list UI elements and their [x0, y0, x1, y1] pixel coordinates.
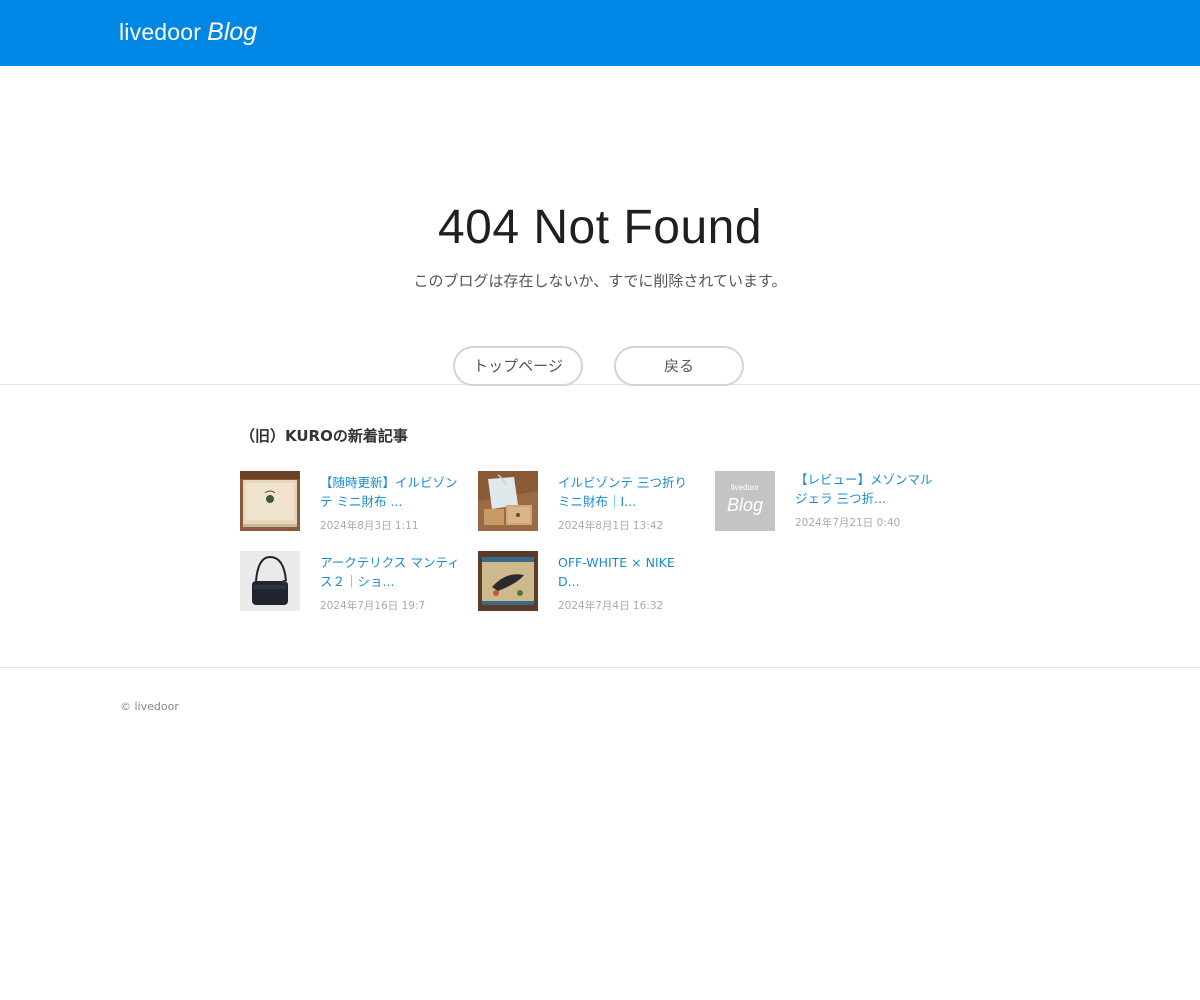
error-message: このブログは存在しないか、すでに削除されています。 [413, 272, 787, 290]
placeholder-logo-small: livedoor [730, 483, 759, 492]
back-button[interactable]: 戻る [614, 346, 744, 386]
article-title-link[interactable]: イルビゾンテ 三つ折りミニ財布｜I... [558, 473, 698, 511]
sneaker-box-photo-icon [478, 551, 538, 611]
article-date: 2024年7月4日 16:32 [558, 600, 664, 612]
logo-text: livedoor [119, 19, 202, 45]
article-card[interactable]: イルビゾンテ 三つ折りミニ財布｜I... 2024年8月1日 13:42 [478, 471, 698, 533]
error-section: 404 Not Found このブログは存在しないか、すでに削除されています。 … [0, 66, 1200, 386]
article-card[interactable]: OFF-WHITE × NIKE D... 2024年7月4日 16:32 [478, 551, 698, 613]
wallet-box-photo-icon [240, 471, 300, 531]
article-card[interactable]: アークテリクス マンティス２｜ショ... 2024年7月16日 19:7 [240, 551, 460, 613]
article-date: 2024年8月3日 1:11 [320, 520, 419, 532]
site-footer: © livedoor [0, 668, 1200, 788]
recent-articles-heading: （旧）KUROの新着記事 [240, 427, 408, 445]
article-card[interactable]: livedoor Blog 【レビュー】メゾンマルジェラ 三つ折... 2024… [715, 471, 935, 533]
article-date: 2024年7月16日 19:7 [320, 600, 426, 612]
article-thumbnail[interactable] [478, 551, 538, 611]
article-date: 2024年8月1日 13:42 [558, 520, 664, 532]
logo-suffix: Blog [207, 18, 258, 46]
placeholder-logo-large: Blog [726, 495, 764, 515]
article-thumbnail[interactable]: livedoor Blog [715, 471, 775, 531]
article-title-link[interactable]: OFF-WHITE × NIKE D... [558, 553, 698, 591]
copyright-text: © livedoor [120, 700, 179, 713]
shoulder-bag-photo-icon [240, 551, 300, 611]
article-title-link[interactable]: 【随時更新】イルビゾンテ ミニ財布 ... [320, 473, 460, 511]
article-title-link[interactable]: アークテリクス マンティス２｜ショ... [320, 553, 460, 591]
article-thumbnail[interactable] [240, 471, 300, 531]
page-title: 404 Not Found [437, 201, 763, 254]
article-date: 2024年7月21日 0:40 [795, 517, 901, 529]
top-page-button[interactable]: トップページ [453, 346, 583, 386]
livedoor-blog-logo[interactable]: livedoor Blog [119, 16, 257, 49]
recent-articles-section: （旧）KUROの新着記事 【随時更新】イルビゾンテ ミニ財布 ... 2024年… [0, 385, 1200, 667]
wallet-bag-photo-icon [478, 471, 538, 531]
article-card[interactable]: 【随時更新】イルビゾンテ ミニ財布 ... 2024年8月3日 1:11 [240, 471, 460, 533]
article-title-link[interactable]: 【レビュー】メゾンマルジェラ 三つ折... [795, 470, 935, 508]
site-header: livedoor Blog [0, 0, 1200, 66]
article-thumbnail[interactable] [240, 551, 300, 611]
article-thumbnail[interactable] [478, 471, 538, 531]
